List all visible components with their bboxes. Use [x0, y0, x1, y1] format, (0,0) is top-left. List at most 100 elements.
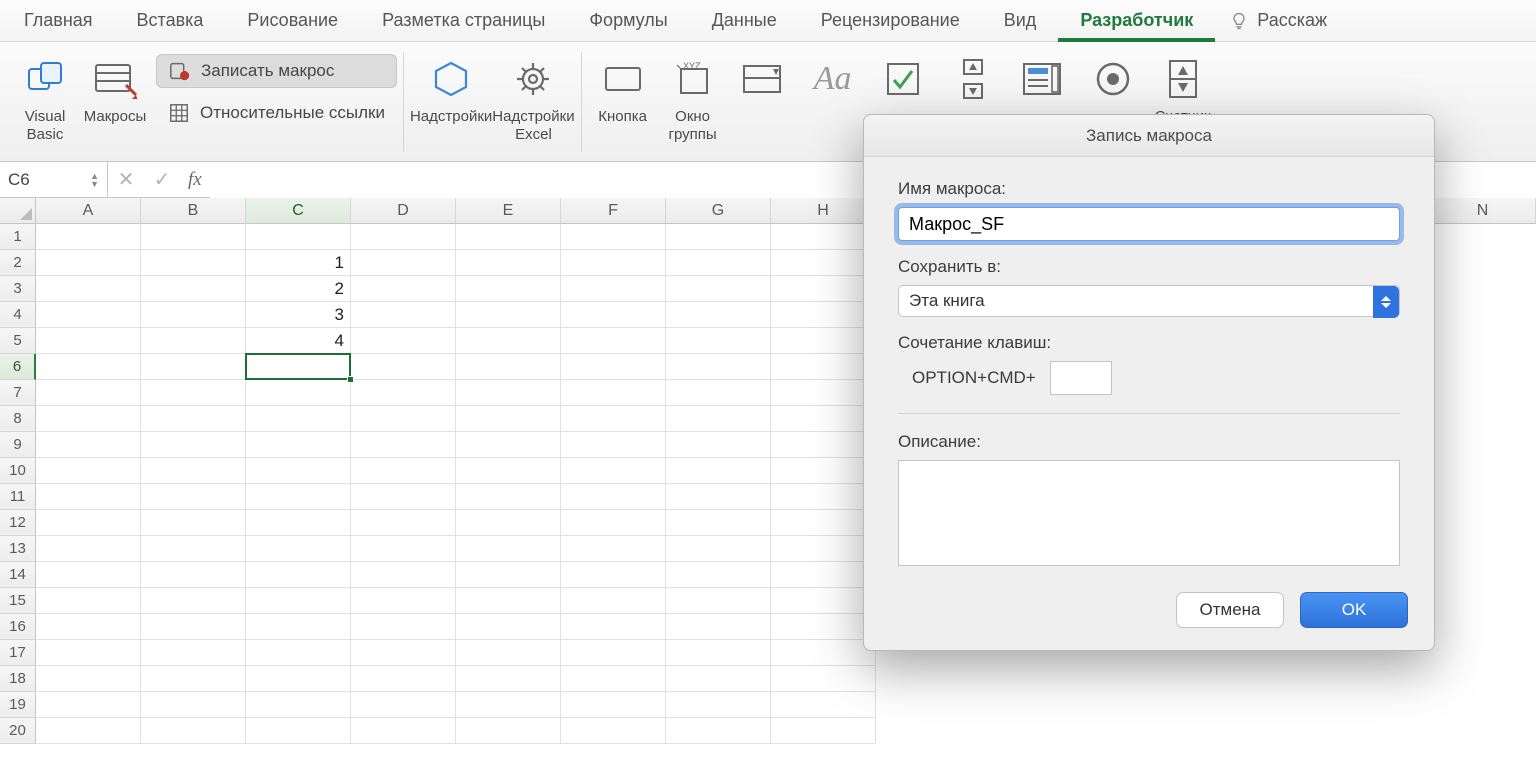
- cell[interactable]: [246, 562, 351, 588]
- cell[interactable]: [456, 484, 561, 510]
- cell[interactable]: [561, 718, 666, 744]
- cell[interactable]: [561, 458, 666, 484]
- row-header[interactable]: 12: [0, 510, 36, 536]
- col-header[interactable]: H: [771, 198, 876, 224]
- cell[interactable]: [141, 354, 246, 380]
- cell[interactable]: [36, 666, 141, 692]
- cell[interactable]: [36, 484, 141, 510]
- cell[interactable]: [561, 432, 666, 458]
- cell[interactable]: [36, 510, 141, 536]
- cell[interactable]: [141, 250, 246, 276]
- cell[interactable]: [351, 692, 456, 718]
- cell[interactable]: [351, 406, 456, 432]
- cell[interactable]: [456, 614, 561, 640]
- cell[interactable]: [351, 276, 456, 302]
- cell[interactable]: [561, 588, 666, 614]
- cell[interactable]: [36, 640, 141, 666]
- cell[interactable]: [246, 510, 351, 536]
- cell[interactable]: [771, 536, 876, 562]
- cell[interactable]: 3: [246, 302, 351, 328]
- cell[interactable]: [561, 536, 666, 562]
- row-header[interactable]: 7: [0, 380, 36, 406]
- col-header[interactable]: G: [666, 198, 771, 224]
- tab-formulas[interactable]: Формулы: [567, 0, 689, 42]
- description-textarea[interactable]: [898, 460, 1400, 566]
- row-header[interactable]: 9: [0, 432, 36, 458]
- tab-insert[interactable]: Вставка: [115, 0, 226, 42]
- relative-references-button[interactable]: Относительные ссылки: [156, 96, 397, 130]
- cell[interactable]: [771, 562, 876, 588]
- cell[interactable]: [666, 250, 771, 276]
- cell[interactable]: [771, 640, 876, 666]
- cell[interactable]: [666, 484, 771, 510]
- optionbutton-control[interactable]: [1078, 48, 1148, 108]
- cell[interactable]: [141, 328, 246, 354]
- cell[interactable]: [351, 718, 456, 744]
- row-header[interactable]: 13: [0, 536, 36, 562]
- cell[interactable]: [246, 614, 351, 640]
- cell[interactable]: [561, 276, 666, 302]
- cell[interactable]: [36, 718, 141, 744]
- cell[interactable]: [246, 718, 351, 744]
- excel-addins-button[interactable]: Надстройки Excel: [492, 48, 574, 144]
- cell[interactable]: [456, 718, 561, 744]
- row-header[interactable]: 20: [0, 718, 36, 744]
- cell[interactable]: [666, 432, 771, 458]
- cell[interactable]: [561, 406, 666, 432]
- tab-home[interactable]: Главная: [2, 0, 115, 42]
- macro-name-input[interactable]: [898, 207, 1400, 241]
- cell[interactable]: [246, 640, 351, 666]
- row-header[interactable]: 17: [0, 640, 36, 666]
- scrollbar-control[interactable]: [938, 48, 1008, 108]
- cell[interactable]: [36, 224, 141, 250]
- cell[interactable]: [666, 510, 771, 536]
- cell[interactable]: [771, 432, 876, 458]
- cell[interactable]: [771, 302, 876, 328]
- row-header[interactable]: 6: [0, 354, 36, 380]
- cell[interactable]: [666, 692, 771, 718]
- cell[interactable]: [351, 432, 456, 458]
- cell[interactable]: [666, 276, 771, 302]
- cell[interactable]: [351, 588, 456, 614]
- cell[interactable]: [141, 692, 246, 718]
- cell[interactable]: [561, 562, 666, 588]
- cell[interactable]: [561, 354, 666, 380]
- cell[interactable]: [666, 614, 771, 640]
- cell[interactable]: [246, 354, 351, 380]
- cell[interactable]: [666, 328, 771, 354]
- cell[interactable]: [36, 406, 141, 432]
- cell[interactable]: [36, 614, 141, 640]
- cell[interactable]: [351, 484, 456, 510]
- cell[interactable]: [561, 224, 666, 250]
- cell[interactable]: [351, 640, 456, 666]
- cell[interactable]: [36, 380, 141, 406]
- cell[interactable]: [36, 458, 141, 484]
- cell[interactable]: [456, 250, 561, 276]
- group-window-control[interactable]: XYZ Окно группы: [658, 48, 728, 144]
- checkbox-control[interactable]: [868, 48, 938, 108]
- cell[interactable]: [141, 562, 246, 588]
- row-header[interactable]: 15: [0, 588, 36, 614]
- cell[interactable]: [246, 536, 351, 562]
- cell[interactable]: [561, 692, 666, 718]
- cell[interactable]: [771, 458, 876, 484]
- cell[interactable]: [456, 380, 561, 406]
- tab-view[interactable]: Вид: [982, 0, 1059, 42]
- tab-review[interactable]: Рецензирование: [799, 0, 982, 42]
- save-in-select[interactable]: Эта книга: [898, 285, 1400, 317]
- cell[interactable]: [771, 380, 876, 406]
- cell[interactable]: [771, 588, 876, 614]
- cell[interactable]: [771, 224, 876, 250]
- row-header[interactable]: 10: [0, 458, 36, 484]
- cell[interactable]: [141, 640, 246, 666]
- col-header[interactable]: N: [1430, 198, 1536, 224]
- cell[interactable]: [246, 432, 351, 458]
- col-header[interactable]: C: [246, 198, 351, 224]
- cell[interactable]: [351, 614, 456, 640]
- cell[interactable]: [246, 224, 351, 250]
- cell[interactable]: [456, 458, 561, 484]
- cell[interactable]: [246, 484, 351, 510]
- cell[interactable]: [141, 718, 246, 744]
- cell[interactable]: [351, 328, 456, 354]
- row-header[interactable]: 2: [0, 250, 36, 276]
